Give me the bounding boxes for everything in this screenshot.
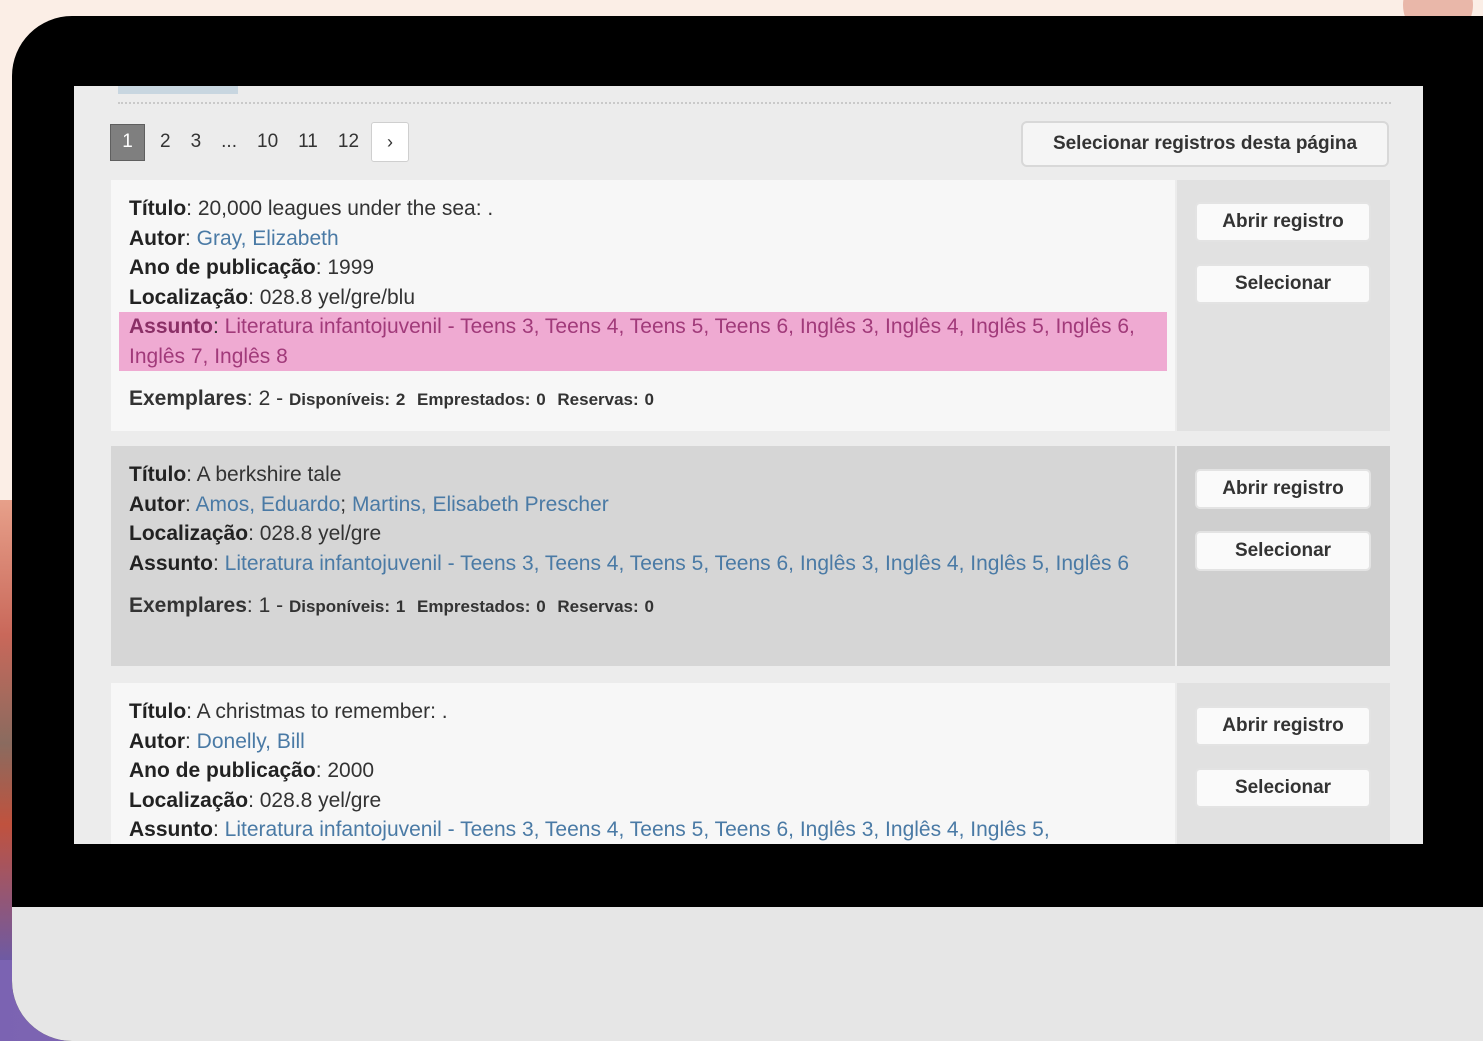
select-record-button[interactable]: Selecionar [1195,264,1371,304]
record-location: Localização: 028.8 yel/gre [129,788,382,812]
open-record-button[interactable]: Abrir registro [1195,706,1371,746]
record-item: Título: 20,000 leagues under the sea: . … [111,180,1390,431]
record-actions: Abrir registro Selecionar [1177,683,1390,844]
monitor-frame: 1 2 3 ... 10 11 12 › Selecionar registro… [12,16,1483,1041]
record-author: Autor: Gray, Elizabeth [129,226,339,250]
record-location: Localização: 028.8 yel/gre/blu [129,285,416,309]
record-subject: Assunto: Literatura infantojuvenil - Tee… [129,818,1050,841]
pagination: 1 2 3 ... 10 11 12 › [110,122,410,162]
record-copies: Exemplares: 1 - Disponíveis: 1 Emprestad… [129,594,654,617]
subject-link[interactable]: Literatura infantojuvenil - Teens 3, Tee… [225,818,1050,841]
page-current[interactable]: 1 [110,123,145,161]
top-strip [118,86,238,94]
record-year: Ano de publicação: 1999 [129,256,375,279]
record-title: Título: A berkshire tale [129,463,342,486]
page-link[interactable]: 11 [298,131,318,153]
page-link[interactable]: 2 [160,131,171,153]
screen: 1 2 3 ... 10 11 12 › Selecionar registro… [74,86,1423,844]
subject-link[interactable]: Literatura infantojuvenil - Teens 3, Tee… [129,315,1135,368]
author-link[interactable]: Amos, Eduardo [196,493,341,516]
record-item: Título: A christmas to remember: . Autor… [111,683,1390,844]
page-link[interactable]: 12 [338,131,359,153]
divider [118,102,1391,104]
record-author: Autor: Donelly, Bill [129,729,305,753]
page-link[interactable]: 3 [191,131,202,153]
record-item: Título: A berkshire tale Autor: Amos, Ed… [111,446,1390,666]
record-subject: Assunto: Literatura infantojuvenil - Tee… [129,551,1130,575]
monitor-chin [12,907,1483,1041]
select-page-records-button[interactable]: Selecionar registros desta página [1021,121,1389,167]
author-link[interactable]: Martins, Elisabeth Prescher [352,493,609,516]
record-title: Título: A christmas to remember: . [129,700,448,723]
record-actions: Abrir registro Selecionar [1177,446,1390,666]
select-record-button[interactable]: Selecionar [1195,531,1371,571]
record-subject-highlighted: Assunto: Literatura infantojuvenil - Tee… [119,312,1167,371]
select-record-button[interactable]: Selecionar [1195,768,1371,808]
author-link[interactable]: Donelly, Bill [197,730,305,753]
record-title: Título: 20,000 leagues under the sea: . [129,197,494,220]
open-record-button[interactable]: Abrir registro [1195,202,1371,242]
subject-link[interactable]: Literatura infantojuvenil - Teens 3, Tee… [225,552,1129,575]
record-body: Título: A christmas to remember: . Autor… [111,683,1175,844]
next-page-button[interactable]: › [371,122,410,162]
record-actions: Abrir registro Selecionar [1177,180,1390,431]
record-location: Localização: 028.8 yel/gre [129,522,382,545]
page-link[interactable]: 10 [257,131,278,153]
chevron-right-icon: › [387,131,394,152]
record-author: Autor: Amos, Eduardo; Martins, Elisabeth… [129,492,609,516]
page-ellipsis: ... [221,131,237,152]
record-copies: Exemplares: 2 - Disponíveis: 2 Emprestad… [129,387,654,410]
record-body: Título: 20,000 leagues under the sea: . … [111,180,1175,431]
open-record-button[interactable]: Abrir registro [1195,469,1371,509]
record-body: Título: A berkshire tale Autor: Amos, Ed… [111,446,1175,666]
record-year: Ano de publicação: 2000 [129,759,375,782]
author-link[interactable]: Gray, Elizabeth [197,227,339,250]
